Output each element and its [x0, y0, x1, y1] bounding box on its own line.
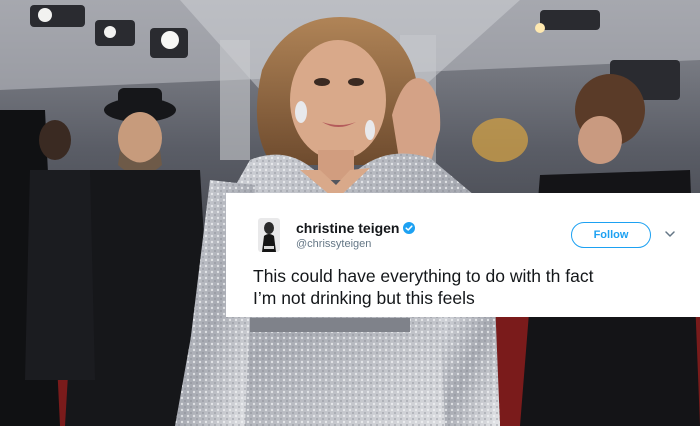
display-name[interactable]: christine teigen [296, 220, 399, 236]
tweet-author-name[interactable]: christine teigen [296, 220, 416, 236]
chevron-down-icon[interactable] [664, 228, 676, 240]
avatar[interactable] [258, 218, 280, 252]
embedded-tweet-card: christine teigen @chrissyteigen Follow T… [226, 193, 700, 317]
tweet-text-line: I’m not drinking but this feels [253, 288, 475, 308]
verified-badge-icon [403, 222, 416, 234]
tweet-text: This could have everything to do with th… [253, 265, 693, 309]
tweet-text-line: This could have everything to do with th… [253, 266, 594, 286]
tweet-author-handle[interactable]: @chrissyteigen [296, 238, 371, 250]
follow-button[interactable]: Follow [571, 222, 651, 248]
avatar-image [258, 218, 280, 252]
